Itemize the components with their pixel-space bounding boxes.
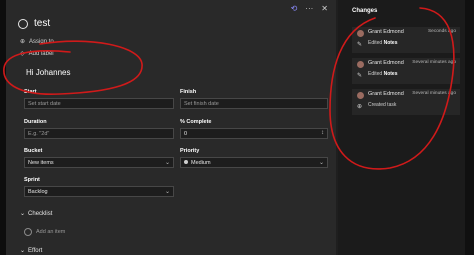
change-description: Created task <box>368 102 397 108</box>
change-user: Grant Edmond <box>368 60 404 66</box>
scrollbar[interactable] <box>465 0 474 255</box>
checklist-title: Checklist <box>28 211 53 217</box>
bucket-label: Bucket <box>24 148 43 154</box>
finish-label: Finish <box>180 89 197 95</box>
chevron-down-icon: ⌄ <box>318 160 324 166</box>
assign-button[interactable]: ⊕ Assign to <box>20 38 54 46</box>
complete-circle-icon[interactable] <box>18 18 28 29</box>
avatar <box>357 92 364 99</box>
effort-title: Effort <box>28 248 43 254</box>
duration-input[interactable]: E.g. "2d" <box>24 128 174 139</box>
change-user: Grant Edmond <box>368 91 404 97</box>
pencil-icon: ✎ <box>357 42 363 48</box>
duration-label: Duration <box>24 119 47 125</box>
add-item-text: Add an item <box>36 229 66 235</box>
close-icon[interactable]: ✕ <box>321 4 328 13</box>
priority-select[interactable]: Medium ⌄ <box>180 157 328 168</box>
priority-value: Medium <box>191 160 211 166</box>
stepper-icon[interactable]: ↕ <box>321 130 324 136</box>
chevron-down-icon: ⌄ <box>164 160 170 166</box>
change-user: Grant Edmond <box>368 29 404 35</box>
percent-complete-input[interactable]: 0 ↕ <box>180 128 328 139</box>
task-title[interactable]: test <box>34 18 50 29</box>
changes-title: Changes <box>352 8 378 14</box>
plus-icon: ⊕ <box>357 104 363 110</box>
sprint-label: Sprint <box>24 177 40 183</box>
pencil-icon: ✎ <box>357 73 363 79</box>
chevron-down-icon: ⌄ <box>164 189 170 195</box>
avatar <box>357 61 364 68</box>
panel-toolbar: ⟲ ··· ✕ <box>291 4 328 13</box>
change-item: Grant Edmond Several minutes ago ✎ Edite… <box>352 58 460 84</box>
more-icon[interactable]: ··· <box>305 4 313 13</box>
change-description: Edited Notes <box>368 71 398 77</box>
finish-date-input[interactable]: Set finish date <box>180 98 328 109</box>
change-item: Grant Edmond Seconds ago ✎ Edited Notes <box>352 27 460 53</box>
change-item: Grant Edmond Several minutes ago ⊕ Creat… <box>352 89 460 115</box>
chevron-down-icon: ⌄ <box>20 211 26 217</box>
priority-dot-icon <box>184 160 188 164</box>
add-label-text: Add label <box>28 50 54 57</box>
assign-label: Assign to <box>29 38 54 45</box>
chevron-down-icon: ⌄ <box>20 248 26 254</box>
percent-complete-value: 0 <box>184 131 188 137</box>
add-label-button[interactable]: ◇ Add label <box>20 50 54 58</box>
bucket-value: New items <box>28 160 54 166</box>
avatar <box>357 30 364 37</box>
change-time: Several minutes ago <box>412 60 456 65</box>
change-description: Edited Notes <box>368 40 398 46</box>
checklist-header[interactable]: ⌄ Checklist <box>20 210 52 217</box>
change-time: Seconds ago <box>427 29 456 34</box>
start-date-input[interactable]: Set start date <box>24 98 174 109</box>
start-label: Start <box>24 89 37 95</box>
circle-icon <box>24 228 32 236</box>
percent-complete-label: % Complete <box>180 119 212 125</box>
bucket-select[interactable]: New items ⌄ <box>24 157 174 168</box>
tag-icon: ◇ <box>20 51 25 57</box>
sprint-value: Backlog <box>28 189 48 195</box>
notes-field[interactable]: Hi Johannes <box>26 68 70 77</box>
history-icon[interactable]: ⟲ <box>291 4 298 13</box>
add-checklist-item[interactable]: Add an item <box>24 228 65 236</box>
person-add-icon: ⊕ <box>20 39 26 45</box>
task-title-row: test <box>18 18 50 29</box>
effort-header[interactable]: ⌄ Effort <box>20 247 42 254</box>
priority-label: Priority <box>180 148 200 154</box>
sprint-select[interactable]: Backlog ⌄ <box>24 186 174 197</box>
change-time: Several minutes ago <box>412 91 456 96</box>
